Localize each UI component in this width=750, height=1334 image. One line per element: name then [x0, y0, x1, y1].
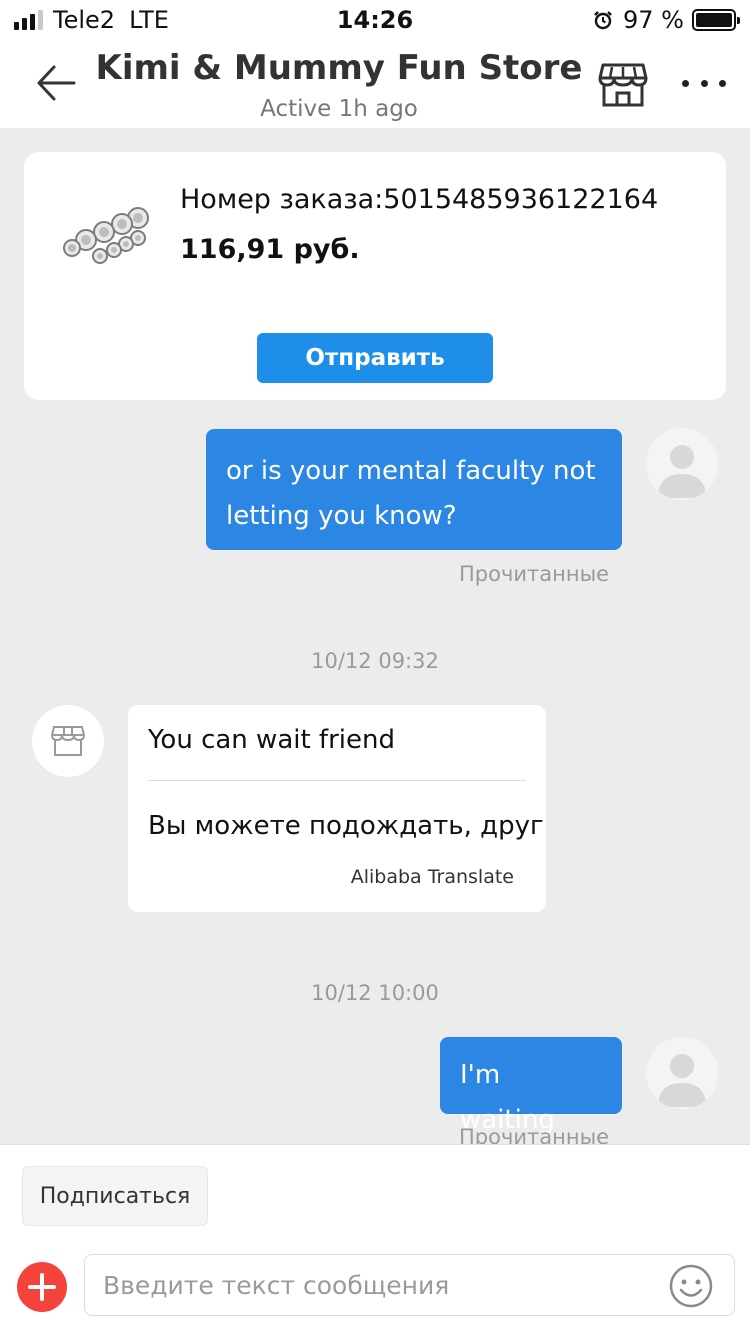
order-card[interactable]: Номер заказа:5015485936122164 116,91 руб… — [24, 152, 726, 400]
user-avatar[interactable] — [646, 1037, 718, 1109]
active-status: Active 1h ago — [260, 96, 418, 122]
plus-icon[interactable] — [17, 1262, 67, 1312]
send-order-button[interactable]: Отправить — [257, 333, 493, 383]
emoji-icon[interactable] — [668, 1263, 714, 1309]
store-title: Kimi & Mummy Fun Store — [95, 48, 583, 88]
user-icon — [658, 445, 706, 498]
read-status: Прочитанные — [459, 1125, 610, 1144]
message-input[interactable] — [103, 1263, 663, 1307]
store-icon — [50, 726, 86, 756]
battery-icon — [692, 9, 740, 31]
divider — [148, 780, 526, 781]
status-bar: Tele2 LTE 14:26 97 % — [0, 0, 750, 40]
translated-text: Вы можете подождать, друг — [148, 811, 544, 841]
chat-area[interactable]: Номер заказа:5015485936122164 116,91 руб… — [0, 128, 750, 1144]
alarm-icon — [594, 11, 612, 30]
message-text: or is your mental faculty not letting yo… — [226, 456, 596, 531]
store-icon[interactable] — [598, 62, 648, 108]
order-price: 116,91 руб. — [180, 234, 360, 265]
message-timestamp: 10/12 10:00 — [311, 981, 439, 1005]
user-icon — [658, 1054, 706, 1107]
order-number: Номер заказа:5015485936122164 — [180, 184, 659, 215]
status-right: 97 % — [593, 6, 740, 34]
user-avatar[interactable] — [646, 428, 718, 500]
outgoing-message[interactable]: or is your mental faculty not letting yo… — [206, 429, 622, 550]
message-text: I'm waiting — [460, 1060, 555, 1135]
message-input-box[interactable] — [84, 1254, 735, 1316]
more-dots-icon[interactable] — [682, 68, 726, 98]
composer-bar: Подписаться — [0, 1144, 750, 1334]
product-thumbnail — [63, 207, 149, 264]
translation-credit: Alibaba Translate — [350, 866, 514, 888]
subscribe-button[interactable]: Подписаться — [22, 1166, 208, 1226]
incoming-message[interactable]: You can wait friend Вы можете подождать,… — [128, 705, 546, 912]
outgoing-message[interactable]: I'm waiting — [440, 1037, 622, 1135]
message-text: You can wait friend — [148, 725, 395, 755]
battery-percent: 97 % — [623, 6, 684, 34]
read-status: Прочитанные — [459, 562, 610, 586]
chat-header: Kimi & Mummy Fun Store Active 1h ago — [0, 40, 750, 128]
message-timestamp: 10/12 09:32 — [311, 649, 439, 673]
store-avatar[interactable] — [32, 705, 104, 777]
